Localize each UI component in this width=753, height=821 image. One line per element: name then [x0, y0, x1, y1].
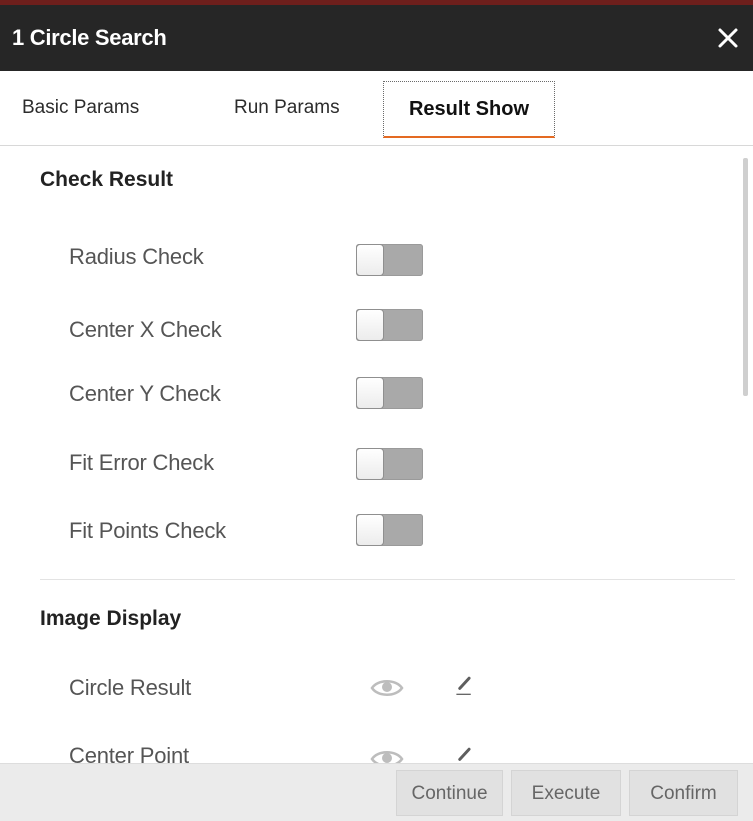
check-result-heading: Check Result	[40, 168, 174, 191]
toggle-knob	[356, 377, 384, 409]
title-bar[interactable]: 1 Circle Search	[0, 5, 753, 71]
fit-points-check-label: Fit Points Check	[69, 518, 226, 543]
pencil-icon[interactable]	[453, 674, 475, 696]
dialog-title: 1 Circle Search	[12, 25, 167, 50]
circle-result-label: Circle Result	[69, 675, 192, 700]
toggle-knob	[356, 309, 384, 341]
toggle-knob	[356, 448, 384, 480]
tab-bar: Basic Params Run Params Result Show	[0, 71, 753, 146]
vertical-scrollbar[interactable]	[743, 158, 748, 396]
tab-run-params[interactable]: Run Params	[234, 71, 340, 145]
circle-search-dialog: 1 Circle Search Basic Params Run Params …	[0, 0, 753, 821]
fit-error-check-toggle[interactable]	[356, 448, 423, 480]
radius-check-label: Radius Check	[69, 244, 204, 269]
toggle-knob	[356, 514, 384, 546]
center-x-check-toggle[interactable]	[356, 309, 423, 341]
image-display-heading: Image Display	[40, 607, 182, 630]
execute-button[interactable]: Execute	[511, 770, 621, 816]
eye-icon[interactable]	[370, 676, 404, 700]
radius-check-toggle[interactable]	[356, 244, 423, 276]
center-y-check-toggle[interactable]	[356, 377, 423, 409]
tab-result-show[interactable]: Result Show	[383, 81, 555, 138]
fit-error-check-label: Fit Error Check	[69, 450, 214, 475]
eye-icon[interactable]	[370, 747, 404, 763]
continue-button[interactable]: Continue	[396, 770, 503, 816]
result-show-panel: Check Result Radius Check Center X Check…	[0, 146, 753, 763]
tab-basic-params[interactable]: Basic Params	[22, 71, 139, 145]
section-divider	[40, 579, 735, 580]
close-icon[interactable]	[711, 19, 745, 55]
toggle-knob	[356, 244, 384, 276]
center-y-check-label: Center Y Check	[69, 381, 221, 406]
fit-points-check-toggle[interactable]	[356, 514, 423, 546]
center-point-label: Center Point	[69, 743, 189, 763]
close-button[interactable]	[711, 19, 745, 55]
pencil-icon[interactable]	[453, 745, 475, 763]
center-x-check-label: Center X Check	[69, 317, 222, 342]
dialog-footer: Continue Execute Confirm	[0, 763, 753, 821]
confirm-button[interactable]: Confirm	[629, 770, 738, 816]
